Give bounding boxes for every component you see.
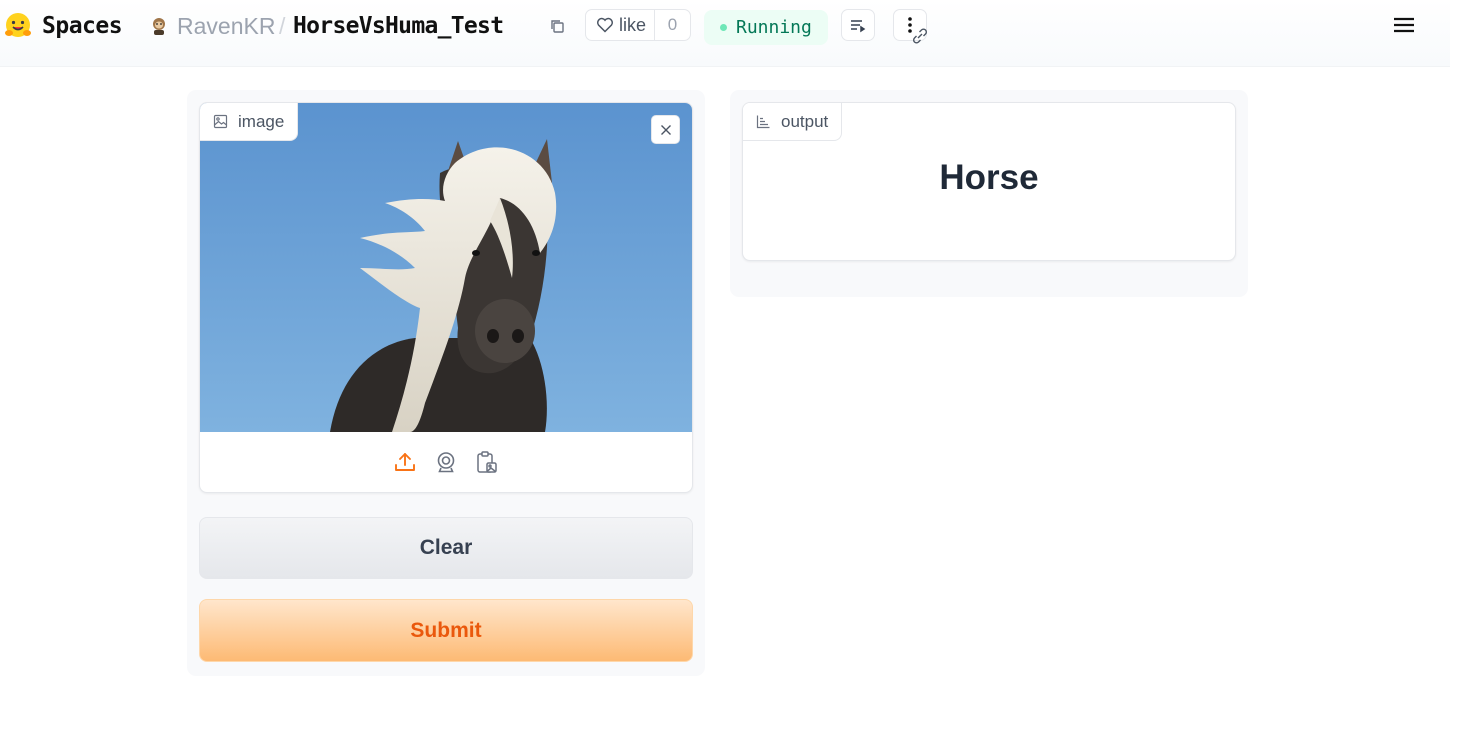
output-label-text: output (781, 111, 829, 131)
status-dot-icon (720, 24, 727, 31)
like-button[interactable]: like 0 (585, 9, 691, 41)
logs-icon (851, 20, 866, 33)
like-button-main[interactable]: like (586, 10, 656, 40)
image-source-selector (200, 432, 692, 492)
output-label-block: output Horse (742, 102, 1236, 261)
clipboard-source-button[interactable] (475, 450, 500, 475)
clear-image-button[interactable] (651, 115, 680, 144)
link-icon (910, 27, 930, 50)
upload-icon (395, 453, 415, 471)
top-navigation-bar: Spaces RavenKR / HorseVsHuma_Test like 0… (0, 0, 1450, 67)
like-label: like (619, 14, 647, 35)
hamburger-menu-icon[interactable] (1393, 15, 1417, 39)
like-count[interactable]: 0 (655, 10, 690, 40)
input-panel: image Clear Submit (187, 90, 705, 676)
clear-button[interactable]: Clear (199, 517, 693, 579)
user-avatar-icon[interactable] (150, 0, 170, 52)
heart-icon (597, 17, 613, 33)
logs-button[interactable] (841, 9, 875, 41)
webcam-source-button[interactable] (434, 450, 459, 475)
uploaded-image[interactable] (200, 103, 692, 432)
copy-icon[interactable] (549, 0, 569, 52)
space-name-link[interactable]: HorseVsHuma_Test (293, 0, 504, 52)
spaces-title[interactable]: Spaces (42, 0, 123, 52)
submit-button[interactable]: Submit (199, 599, 693, 662)
clipboard-icon (477, 451, 497, 473)
status-badge: Running (704, 10, 828, 45)
path-separator: / (279, 12, 286, 39)
bar-chart-icon (756, 115, 770, 129)
upload-source-button[interactable] (393, 450, 418, 475)
output-block-label: output (743, 103, 843, 141)
output-panel: output Horse (730, 90, 1248, 297)
repo-owner-link[interactable]: RavenKR (177, 0, 275, 52)
predicted-class-label: Horse (939, 158, 1039, 197)
image-label-text: image (238, 111, 285, 131)
hugging-face-logo-icon[interactable] (4, 0, 34, 52)
close-icon (660, 124, 671, 135)
status-text: Running (736, 17, 812, 38)
image-block-label: image (200, 103, 299, 141)
image-icon (213, 114, 228, 129)
webcam-icon (437, 452, 455, 473)
image-input-block: image (199, 102, 693, 493)
